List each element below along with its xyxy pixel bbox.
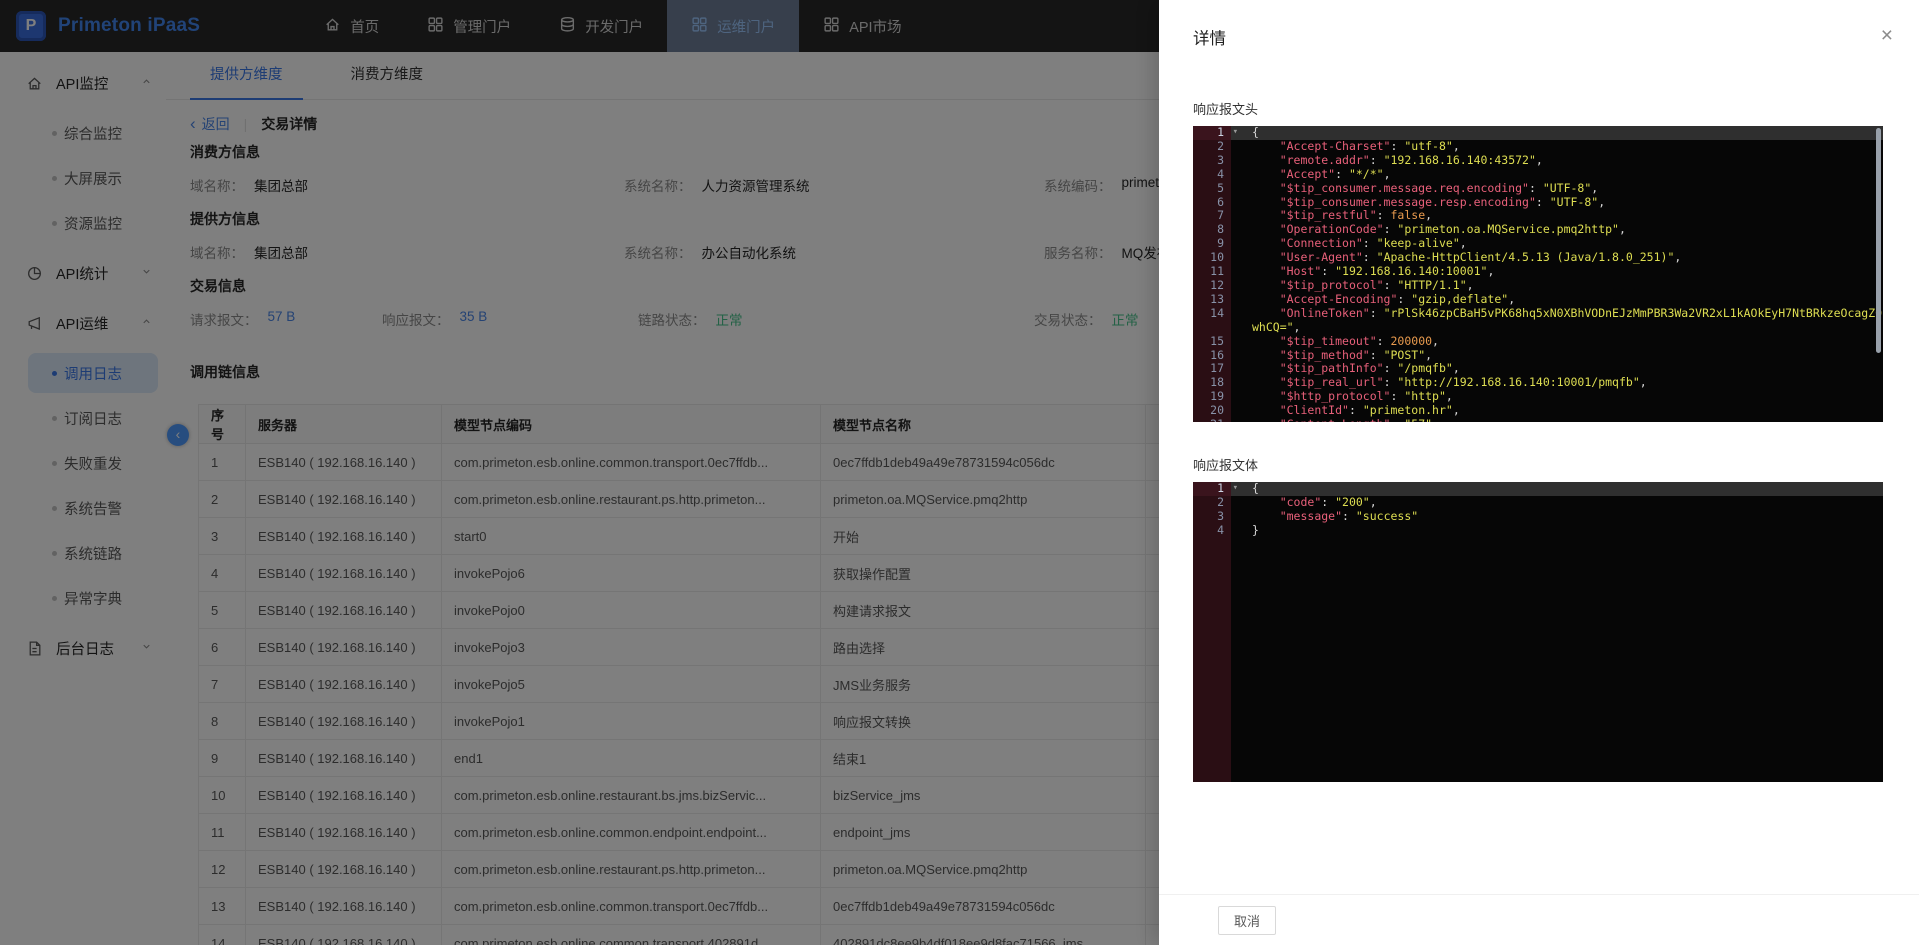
line-number: 8	[1193, 223, 1231, 237]
code-content: "OperationCode": "primeton.oa.MQService.…	[1231, 223, 1883, 237]
code-line: 10 "User-Agent": "Apache-HttpClient/4.5.…	[1193, 251, 1883, 265]
code-content: "User-Agent": "Apache-HttpClient/4.5.13 …	[1231, 251, 1883, 265]
code-line: 2 "Accept-Charset": "utf-8",	[1193, 140, 1883, 154]
code-line: 18 "$tip_real_url": "http://192.168.16.1…	[1193, 376, 1883, 390]
code-line: 14 "OnlineToken": "rPlSk46zpCBaH5vPK68hq…	[1193, 307, 1883, 335]
code-line: 4}	[1193, 524, 1883, 538]
line-number: 1▾	[1193, 482, 1231, 496]
code-content: "$tip_timeout": 200000,	[1231, 335, 1883, 349]
code-content: {	[1231, 482, 1883, 496]
drawer-title: 详情	[1159, 0, 1919, 47]
code-line: 8 "OperationCode": "primeton.oa.MQServic…	[1193, 223, 1883, 237]
line-number: 19	[1193, 390, 1231, 404]
line-number: 10	[1193, 251, 1231, 265]
code-line: 16 "$tip_method": "POST",	[1193, 349, 1883, 363]
line-number: 9	[1193, 237, 1231, 251]
code-content: "remote.addr": "192.168.16.140:43572",	[1231, 154, 1883, 168]
code-line: 4 "Accept": "*/*",	[1193, 168, 1883, 182]
code-line: 11 "Host": "192.168.16.140:10001",	[1193, 265, 1883, 279]
line-number: 2	[1193, 140, 1231, 154]
fold-caret-icon[interactable]: ▾	[1233, 482, 1238, 496]
scrollbar-thumb[interactable]	[1876, 128, 1881, 353]
code-line: 15 "$tip_timeout": 200000,	[1193, 335, 1883, 349]
line-number: 11	[1193, 265, 1231, 279]
drawer-footer: 取消	[1159, 894, 1919, 945]
line-number: 20	[1193, 404, 1231, 418]
cancel-button[interactable]: 取消	[1218, 906, 1276, 935]
line-number: 17	[1193, 362, 1231, 376]
code-line: 9 "Connection": "keep-alive",	[1193, 237, 1883, 251]
code-line: 1▾{	[1193, 126, 1883, 140]
drawer-body: 响应报文头1▾{2 "Accept-Charset": "utf-8",3 "r…	[1159, 99, 1919, 782]
code-content: "$http_protocol": "http",	[1231, 390, 1883, 404]
code-content: "$tip_real_url": "http://192.168.16.140:…	[1231, 376, 1883, 390]
code-content: "$tip_consumer.message.resp.encoding": "…	[1231, 196, 1883, 210]
line-number: 13	[1193, 293, 1231, 307]
code-line: 12 "$tip_protocol": "HTTP/1.1",	[1193, 279, 1883, 293]
code-line: 3 "message": "success"	[1193, 510, 1883, 524]
code-line: 21 "Content-Length": "57"	[1193, 418, 1883, 422]
line-number: 3	[1193, 510, 1231, 524]
code-line: 17 "$tip_pathInfo": "/pmqfb",	[1193, 362, 1883, 376]
code-editor[interactable]: 1▾{2 "Accept-Charset": "utf-8",3 "remote…	[1193, 126, 1883, 422]
code-content: {	[1231, 126, 1883, 140]
code-content: "$tip_restful": false,	[1231, 209, 1883, 223]
line-number: 14	[1193, 307, 1231, 335]
code-content: "$tip_protocol": "HTTP/1.1",	[1231, 279, 1883, 293]
code-content: "Host": "192.168.16.140:10001",	[1231, 265, 1883, 279]
code-content: "Content-Length": "57"	[1231, 418, 1883, 422]
code-content: "message": "success"	[1231, 510, 1883, 524]
line-number: 16	[1193, 349, 1231, 363]
code-line: 19 "$http_protocol": "http",	[1193, 390, 1883, 404]
code-editor[interactable]: 1▾{2 "code": "200",3 "message": "success…	[1193, 482, 1883, 782]
code-block-label: 响应报文头	[1193, 99, 1919, 118]
detail-drawer: 详情 × 响应报文头1▾{2 "Accept-Charset": "utf-8"…	[1159, 0, 1919, 945]
code-content: "OnlineToken": "rPlSk46zpCBaH5vPK68hq5xN…	[1231, 307, 1883, 335]
code-content: "ClientId": "primeton.hr",	[1231, 404, 1883, 418]
line-number: 7	[1193, 209, 1231, 223]
line-number: 4	[1193, 168, 1231, 182]
code-content: "$tip_method": "POST",	[1231, 349, 1883, 363]
line-number: 2	[1193, 496, 1231, 510]
code-content: "$tip_pathInfo": "/pmqfb",	[1231, 362, 1883, 376]
code-line: 3 "remote.addr": "192.168.16.140:43572",	[1193, 154, 1883, 168]
code-line: 13 "Accept-Encoding": "gzip,deflate",	[1193, 293, 1883, 307]
code-content: "Accept": "*/*",	[1231, 168, 1883, 182]
code-line: 7 "$tip_restful": false,	[1193, 209, 1883, 223]
line-number: 18	[1193, 376, 1231, 390]
code-line: 5 "$tip_consumer.message.req.encoding": …	[1193, 182, 1883, 196]
line-number: 4	[1193, 524, 1231, 538]
line-number: 21	[1193, 418, 1231, 422]
code-content: "code": "200",	[1231, 496, 1883, 510]
code-content: "$tip_consumer.message.req.encoding": "U…	[1231, 182, 1883, 196]
code-content: "Accept-Encoding": "gzip,deflate",	[1231, 293, 1883, 307]
line-number: 1▾	[1193, 126, 1231, 140]
close-icon[interactable]: ×	[1881, 25, 1893, 46]
code-line: 20 "ClientId": "primeton.hr",	[1193, 404, 1883, 418]
code-content: "Connection": "keep-alive",	[1231, 237, 1883, 251]
code-line: 1▾{	[1193, 482, 1883, 496]
line-number: 12	[1193, 279, 1231, 293]
line-number: 5	[1193, 182, 1231, 196]
code-content: "Accept-Charset": "utf-8",	[1231, 140, 1883, 154]
line-number: 15	[1193, 335, 1231, 349]
code-block-label: 响应报文体	[1193, 455, 1919, 474]
line-number: 6	[1193, 196, 1231, 210]
fold-caret-icon[interactable]: ▾	[1233, 126, 1238, 140]
code-content: }	[1231, 524, 1883, 538]
line-number: 3	[1193, 154, 1231, 168]
code-line: 2 "code": "200",	[1193, 496, 1883, 510]
code-line: 6 "$tip_consumer.message.resp.encoding":…	[1193, 196, 1883, 210]
